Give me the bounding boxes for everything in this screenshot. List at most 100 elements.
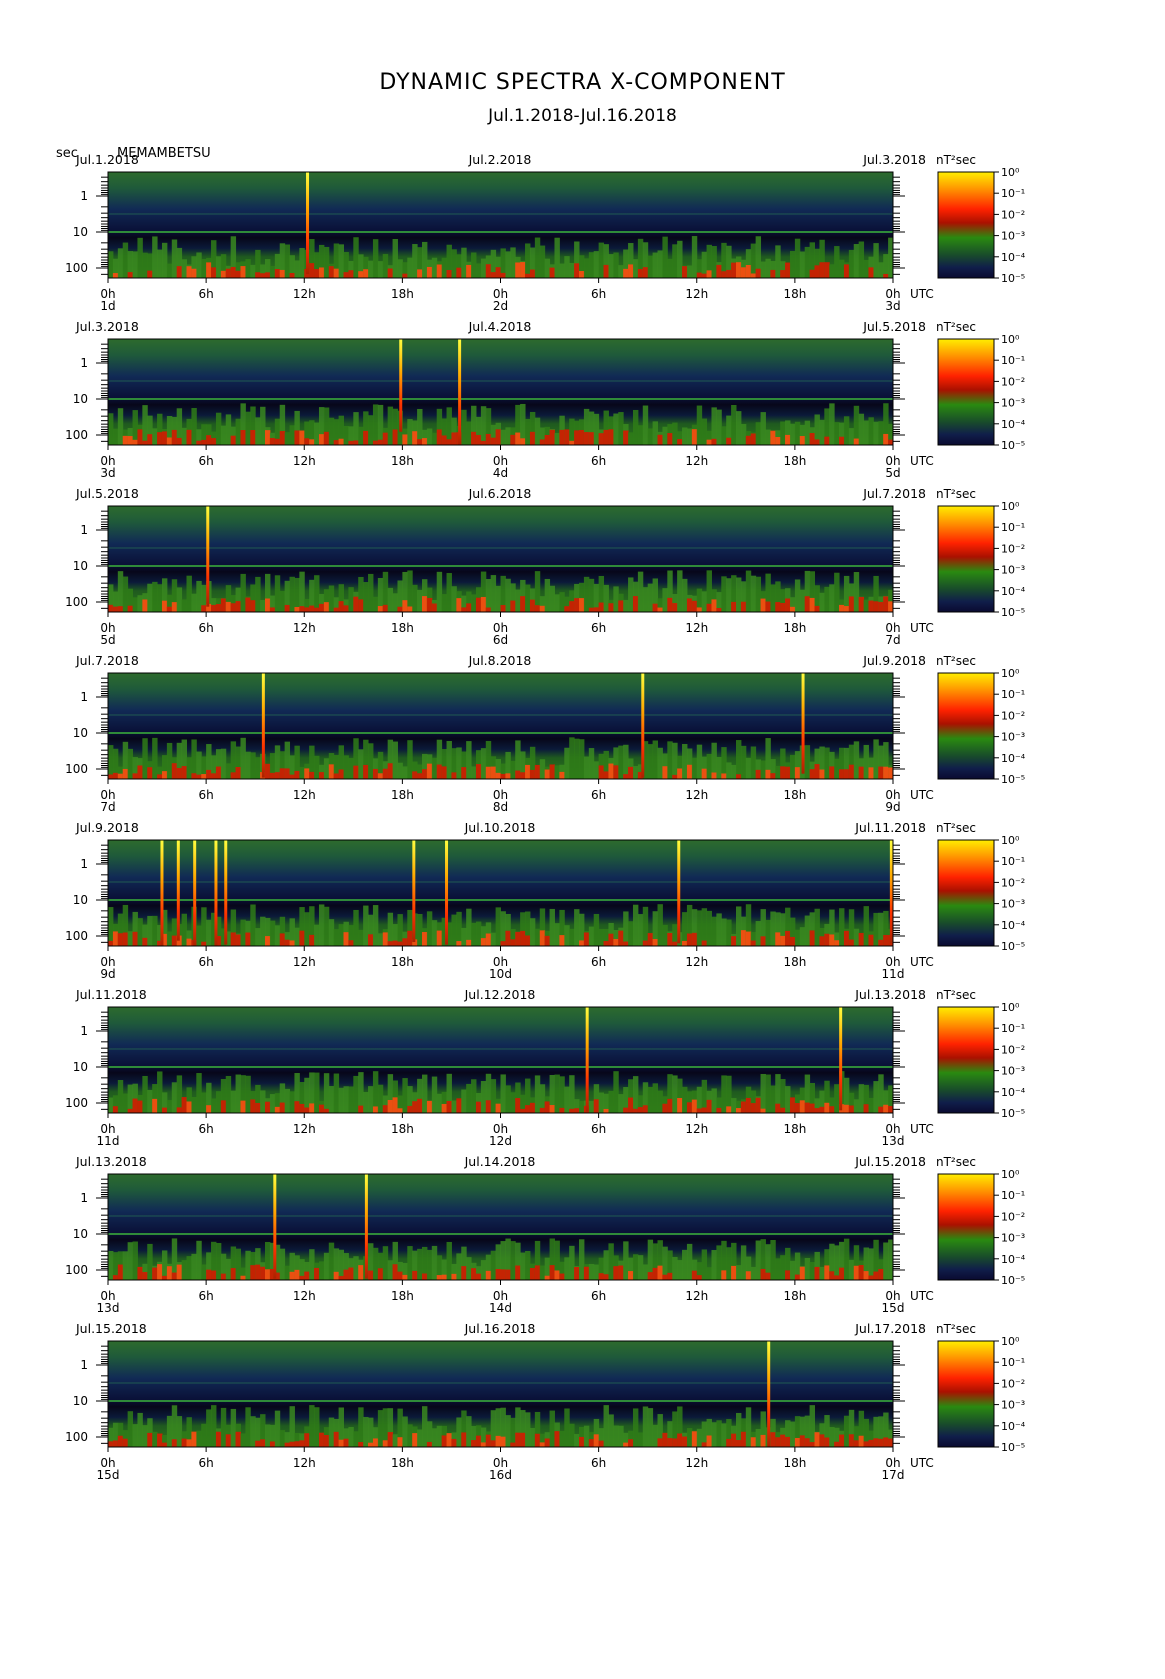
activity-hot bbox=[441, 1435, 448, 1447]
activity-band bbox=[377, 933, 384, 946]
activity-band bbox=[353, 1431, 359, 1447]
activity-hot bbox=[623, 430, 629, 445]
activity-hot bbox=[853, 1265, 860, 1280]
activity-band bbox=[505, 427, 511, 445]
activity-band bbox=[623, 911, 629, 946]
activity-band bbox=[765, 429, 771, 445]
y-tick-label: 10 bbox=[73, 392, 88, 406]
activity-hot bbox=[814, 439, 820, 445]
activity-band bbox=[549, 908, 555, 946]
activity-hot bbox=[549, 267, 555, 278]
activity-band bbox=[770, 1240, 776, 1280]
activity-band bbox=[711, 1422, 717, 1447]
activity-band bbox=[407, 1424, 413, 1447]
activity-hot bbox=[348, 270, 354, 278]
activity-band bbox=[809, 1405, 815, 1447]
activity-hot bbox=[441, 766, 448, 779]
activity-band bbox=[309, 1249, 315, 1280]
activity-hot bbox=[142, 440, 148, 445]
activity-hot bbox=[480, 596, 487, 612]
activity-band bbox=[426, 1249, 433, 1280]
activity-hot bbox=[809, 269, 815, 278]
activity-hot bbox=[274, 269, 281, 278]
activity-band bbox=[789, 423, 796, 445]
x-tick-label: 18h bbox=[391, 788, 414, 802]
activity-band bbox=[628, 577, 634, 612]
activity-band bbox=[475, 263, 482, 278]
activity-hot bbox=[314, 607, 320, 612]
activity-hot bbox=[495, 1269, 501, 1280]
activity-hot bbox=[868, 767, 874, 779]
activity-band bbox=[441, 257, 448, 278]
activity-band bbox=[294, 927, 300, 946]
activity-hot bbox=[824, 1102, 830, 1113]
panel-date-start: Jul.9.2018 bbox=[75, 820, 139, 835]
activity-band bbox=[255, 757, 261, 779]
activity-hot bbox=[255, 1264, 261, 1280]
activity-hot bbox=[461, 1432, 467, 1447]
x-tick-label: 12h bbox=[293, 1289, 316, 1303]
activity-hot bbox=[505, 773, 511, 779]
activity-hot bbox=[407, 1105, 413, 1113]
activity-hot bbox=[191, 268, 197, 278]
activity-hot bbox=[260, 1439, 266, 1447]
x-tick-label: 18h bbox=[783, 621, 806, 635]
activity-band bbox=[608, 1414, 614, 1447]
activity-band bbox=[652, 421, 658, 445]
activity-band bbox=[755, 576, 762, 612]
x-tick-label: 18h bbox=[783, 1122, 806, 1136]
activity-band bbox=[883, 1242, 889, 1280]
activity-band bbox=[196, 1430, 202, 1447]
activity-hot bbox=[873, 601, 879, 612]
activity-band bbox=[878, 262, 884, 278]
activity-band bbox=[387, 406, 394, 445]
activity-band bbox=[157, 584, 163, 612]
activity-band bbox=[804, 246, 811, 278]
activity-band bbox=[686, 428, 693, 445]
colorbar-tick-label: 10⁻⁴ bbox=[1001, 251, 1026, 264]
activity-hot bbox=[716, 607, 722, 612]
activity-hot bbox=[456, 941, 462, 946]
activity-band bbox=[318, 1261, 325, 1280]
activity-hot bbox=[215, 1431, 222, 1447]
activity-hot bbox=[215, 604, 222, 612]
activity-band bbox=[755, 921, 762, 946]
activity-hot bbox=[834, 940, 840, 946]
activity-band bbox=[559, 592, 565, 612]
activity-hot bbox=[333, 268, 340, 278]
y-tick-label: 10 bbox=[73, 726, 88, 740]
activity-hot bbox=[785, 930, 791, 946]
activity-hot bbox=[328, 266, 335, 278]
activity-band bbox=[839, 908, 845, 946]
activity-hot bbox=[294, 1101, 300, 1113]
activity-hot bbox=[618, 1265, 624, 1280]
colorbar-tick-label: 10⁻⁵ bbox=[1001, 606, 1025, 619]
activity-hot bbox=[588, 432, 595, 445]
activity-hot bbox=[201, 774, 207, 779]
activity-band bbox=[613, 586, 619, 612]
activity-band bbox=[294, 577, 300, 612]
activity-band bbox=[701, 1249, 708, 1280]
day-label: 10d bbox=[489, 967, 512, 981]
activity-hot bbox=[618, 600, 624, 612]
activity-hot bbox=[358, 1442, 364, 1447]
day-label: 4d bbox=[493, 466, 508, 480]
y-tick-label: 100 bbox=[65, 428, 88, 442]
activity-hot bbox=[603, 1108, 609, 1113]
activity-band bbox=[235, 1074, 241, 1113]
activity-hot bbox=[318, 1104, 325, 1113]
activity-band bbox=[863, 906, 869, 946]
activity-band bbox=[117, 571, 124, 612]
activity-band bbox=[245, 1075, 251, 1113]
activity-hot bbox=[780, 766, 786, 779]
activity-band bbox=[289, 1091, 295, 1113]
panel-5: Jul.9.2018 Jul.10.2018 Jul.11.20181101000h… bbox=[65, 820, 1026, 981]
activity-hot bbox=[353, 596, 359, 612]
activity-band bbox=[407, 257, 413, 278]
activity-hot bbox=[642, 267, 649, 278]
colorbar-tick-label: 10⁰ bbox=[1001, 1001, 1020, 1014]
activity-band bbox=[868, 417, 874, 445]
activity-band bbox=[834, 758, 840, 779]
activity-band bbox=[755, 422, 762, 445]
activity-band bbox=[721, 1075, 727, 1113]
